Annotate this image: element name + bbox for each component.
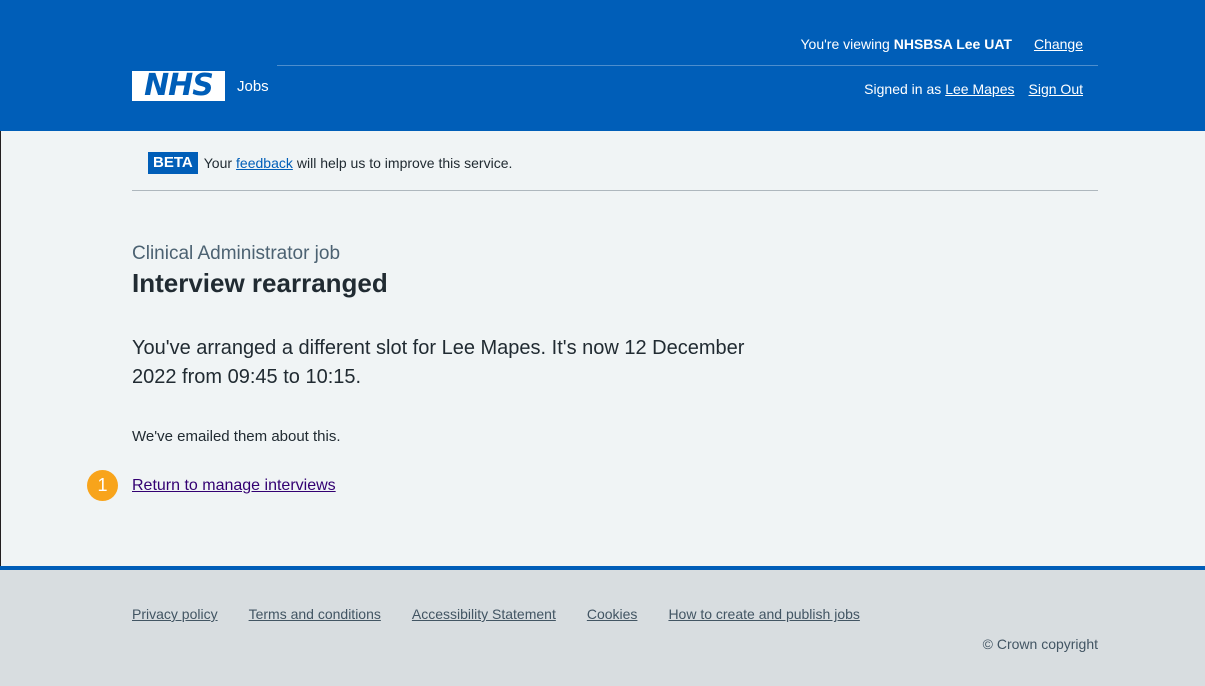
copyright-notice: © Crown copyright [982,636,1098,652]
change-organisation-link[interactable]: Change [1034,36,1083,52]
footer-link-terms-and-conditions[interactable]: Terms and conditions [249,606,381,622]
user-account-link[interactable]: Lee Mapes [945,81,1014,97]
phase-banner-content: BETA Your feedback will help us to impro… [148,152,512,174]
phase-banner: BETA Your feedback will help us to impro… [132,131,1098,191]
service-name: Jobs [237,77,269,95]
beta-tag: BETA [148,152,198,174]
footer-link-privacy-policy[interactable]: Privacy policy [132,606,218,622]
footer-link-how-to-publish-jobs[interactable]: How to create and publish jobs [668,606,859,622]
phase-text-before: Your [203,155,233,171]
footer-links: Privacy policy Terms and conditions Acce… [132,606,891,622]
sign-out-link[interactable]: Sign Out [1029,81,1083,97]
footer-link-accessibility-statement[interactable]: Accessibility Statement [412,606,556,622]
header-container: You're viewing NHSBSA Lee UAT Change NHS… [132,0,1098,131]
step-number-badge: 1 [87,470,118,501]
email-notice: We've emailed them about this. [132,428,341,445]
return-to-manage-interviews-link[interactable]: Return to manage interviews [132,477,336,495]
organisation-switcher: You're viewing NHSBSA Lee UAT Change [801,36,1084,52]
signed-in-label: Signed in as [864,81,942,97]
phase-text-after: will help us to improve this service. [296,155,513,171]
footer-link-cookies[interactable]: Cookies [587,606,638,622]
nhs-logo: NHS [132,71,225,101]
org-name: NHSBSA Lee UAT [893,36,1012,52]
org-prefix: You're viewing [800,36,890,52]
page-title: Interview rearranged [132,268,388,298]
nhs-jobs-home-link[interactable]: NHS Jobs [132,68,269,104]
feedback-link[interactable]: feedback [236,155,293,171]
header-divider [277,65,1098,66]
page-caption: Clinical Administrator job [132,243,341,264]
account-nav: Signed in as Lee Mapes Sign Out [864,81,1083,97]
site-header: You're viewing NHSBSA Lee UAT Change NHS… [0,0,1205,131]
site-footer: Privacy policy Terms and conditions Acce… [0,566,1205,686]
confirmation-message: You've arranged a different slot for Lee… [132,337,745,388]
